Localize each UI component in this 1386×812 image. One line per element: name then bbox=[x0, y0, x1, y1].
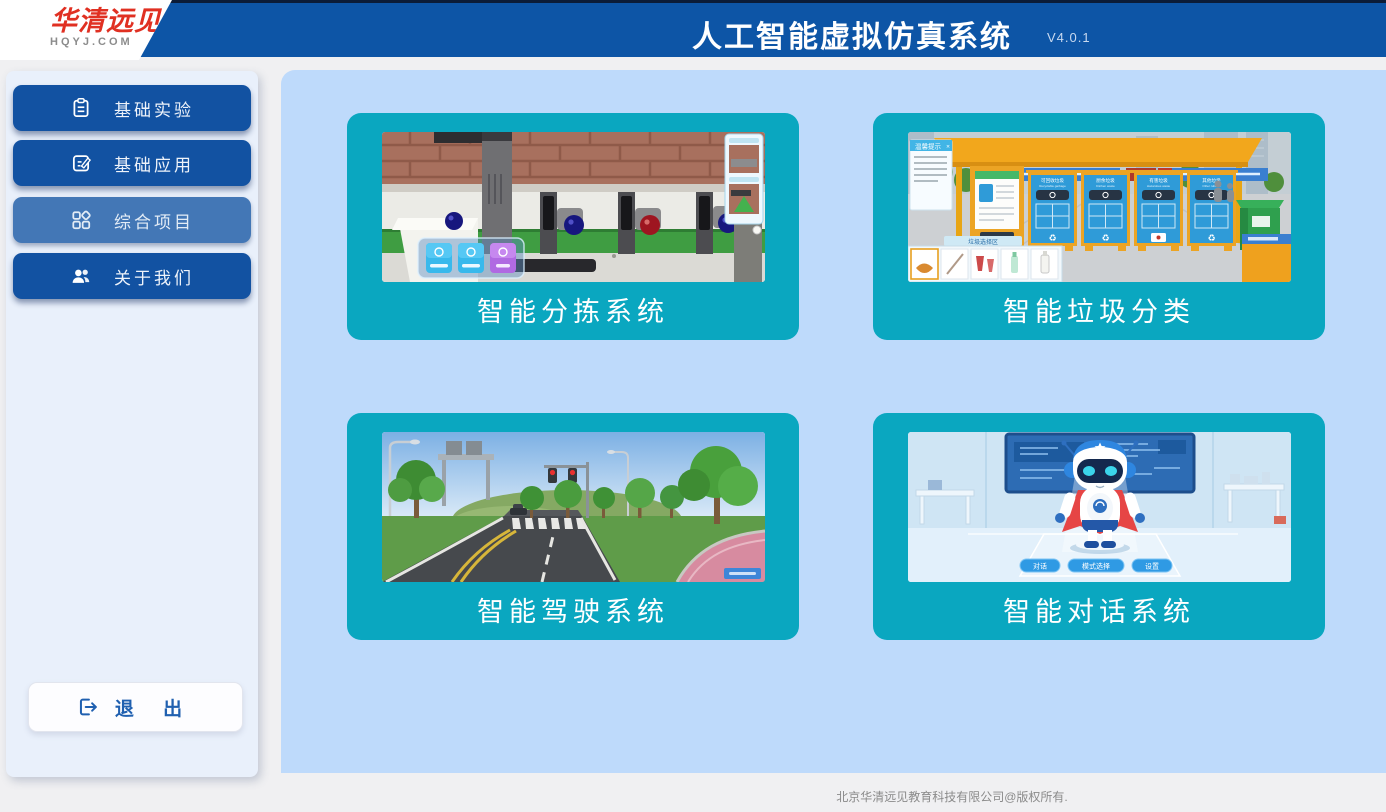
svg-text:Hazardous waste: Hazardous waste bbox=[1147, 184, 1171, 188]
sidebar-item-basic-experiments[interactable]: 基础实验 bbox=[13, 85, 251, 131]
card-smart-dialogue[interactable]: 对话 模式选择 设置 智能对话系统 bbox=[873, 413, 1325, 640]
copyright-text: 北京华清远见教育科技有限公司@版权所有. bbox=[836, 788, 1068, 805]
card-title: 智能驾驶系统 bbox=[347, 590, 799, 629]
dialogue-scene: 对话 模式选择 设置 bbox=[908, 432, 1291, 582]
sidebar-item-basic-applications[interactable]: 基础应用 bbox=[13, 140, 251, 186]
page-title: 人工智能虚拟仿真系统 bbox=[692, 12, 1012, 56]
dialogue-scene-image: 对话 模式选择 设置 bbox=[908, 432, 1291, 582]
orange-cabinet bbox=[1242, 234, 1291, 282]
card-title: 智能分拣系统 bbox=[347, 290, 799, 329]
brand-domain: HQYJ.COM bbox=[50, 36, 172, 48]
driving-scene bbox=[382, 432, 765, 582]
garbage-bin-recyclable: 可回收垃圾 Recyclable garbage ♻ bbox=[1028, 172, 1077, 251]
header: 人工智能虚拟仿真系统 V4.0.1 华清远见 HQYJ.COM bbox=[0, 0, 1386, 57]
scene-corner-button bbox=[724, 568, 761, 579]
brand-logo[interactable]: 华清远见 HQYJ.COM bbox=[0, 0, 172, 60]
scene-side-panel bbox=[725, 134, 763, 224]
svg-text:♻: ♻ bbox=[1048, 233, 1056, 243]
driving-scene-image bbox=[382, 432, 765, 582]
svg-text:Kitchen waste: Kitchen waste bbox=[1096, 184, 1115, 188]
sidebar-item-comprehensive-projects[interactable]: 综合项目 bbox=[13, 197, 251, 243]
exit-label: 退 出 bbox=[115, 694, 194, 721]
sidebar-item-label: 基础应用 bbox=[114, 151, 194, 176]
card-garbage-classification[interactable]: 温馨提示 × bbox=[873, 113, 1325, 340]
tip-panel: 温馨提示 × bbox=[910, 140, 952, 210]
tip-panel-title: 温馨提示 bbox=[915, 142, 942, 151]
brand-name: 华清远见 bbox=[50, 7, 172, 35]
settings-button-label: 设置 bbox=[1145, 562, 1159, 571]
sidebar: 基础实验 基础应用 综合项目 关于我们 退 出 bbox=[6, 71, 258, 777]
sidebar-item-label: 基础实验 bbox=[114, 96, 194, 121]
svg-text:有害垃圾: 有害垃圾 bbox=[1149, 177, 1168, 184]
sidebar-item-about-us[interactable]: 关于我们 bbox=[13, 253, 251, 299]
scene-hud-buttons bbox=[418, 238, 524, 278]
main-panel: 智能分拣系统 bbox=[281, 70, 1386, 773]
version-label: V4.0.1 bbox=[1047, 30, 1091, 45]
edit-doc-icon bbox=[70, 152, 92, 174]
card-title: 智能垃圾分类 bbox=[873, 290, 1325, 329]
users-icon bbox=[70, 265, 92, 287]
garbage-scene-image: 温馨提示 × bbox=[908, 132, 1291, 282]
svg-text:可回收垃圾: 可回收垃圾 bbox=[1041, 177, 1064, 184]
app-window: 人工智能虚拟仿真系统 V4.0.1 华清远见 HQYJ.COM 基础实验 基础应… bbox=[0, 0, 1386, 812]
svg-text:×: × bbox=[946, 144, 950, 151]
card-smart-sorting[interactable]: 智能分拣系统 bbox=[347, 113, 799, 340]
garbage-bin-hazardous: 有害垃圾 Hazardous waste bbox=[1134, 172, 1183, 251]
logout-icon bbox=[77, 696, 99, 718]
svg-text:厨余垃圾: 厨余垃圾 bbox=[1096, 177, 1115, 184]
clipboard-icon bbox=[70, 97, 92, 119]
exit-button[interactable]: 退 出 bbox=[28, 682, 243, 732]
sorting-scene-image bbox=[382, 132, 765, 282]
sidebar-item-label: 综合项目 bbox=[114, 208, 194, 233]
scene-dialog-buttons: 对话 模式选择 设置 bbox=[1020, 559, 1172, 572]
svg-text:♻: ♻ bbox=[1101, 233, 1109, 243]
sidebar-item-label: 关于我们 bbox=[114, 264, 194, 289]
selector-title: 垃圾选择区 bbox=[968, 238, 998, 246]
canopy bbox=[934, 138, 1262, 162]
svg-text:♻: ♻ bbox=[1207, 233, 1215, 243]
dialog-button-label: 对话 bbox=[1033, 562, 1047, 571]
svg-text:Recyclable garbage: Recyclable garbage bbox=[1039, 184, 1066, 188]
sorting-scene bbox=[382, 132, 765, 282]
card-title: 智能对话系统 bbox=[873, 590, 1325, 629]
garbage-bin-kitchen: 厨余垃圾 Kitchen waste ♻ bbox=[1081, 172, 1130, 251]
grid-icon bbox=[70, 209, 92, 231]
card-smart-driving[interactable]: 智能驾驶系统 bbox=[347, 413, 799, 640]
camera-gantry bbox=[482, 132, 512, 254]
mode-button-label: 模式选择 bbox=[1082, 562, 1110, 571]
garbage-scene: 温馨提示 × bbox=[908, 132, 1291, 282]
